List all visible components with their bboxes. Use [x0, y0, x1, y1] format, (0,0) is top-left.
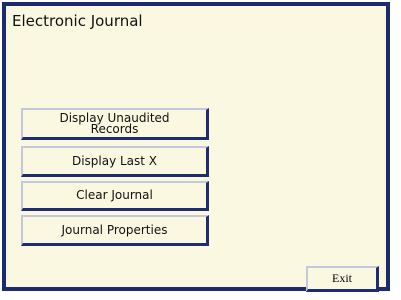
display-unaudited-label-line2: Records	[90, 121, 139, 136]
journal-properties-label: Journal Properties	[61, 222, 168, 237]
exit-button[interactable]: Exit	[306, 266, 379, 292]
display-last-x-button[interactable]: Display Last X	[21, 146, 209, 177]
screen-title: Electronic Journal	[12, 12, 143, 30]
display-last-x-label: Display Last X	[71, 153, 158, 168]
journal-screen: Electronic Journal Display Unaudited Rec…	[2, 2, 390, 291]
clear-journal-label: Clear Journal	[76, 188, 153, 202]
display-unaudited-records-button[interactable]: Display Unaudited Records	[21, 108, 209, 140]
clear-journal-button[interactable]: Clear Journal	[21, 181, 209, 211]
exit-label: Exit	[332, 271, 352, 285]
journal-properties-button[interactable]: Journal Properties	[21, 215, 209, 246]
